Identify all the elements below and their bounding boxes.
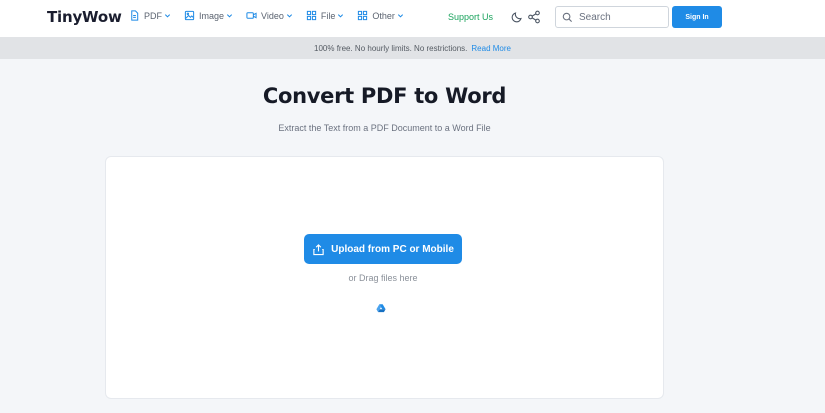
- google-drive-icon[interactable]: [376, 303, 386, 313]
- chevron-down-icon: [338, 14, 344, 18]
- chevron-down-icon: [397, 14, 403, 18]
- nav-file[interactable]: File: [306, 10, 345, 21]
- nav-video-label: Video: [261, 10, 284, 21]
- document-icon: [131, 10, 139, 21]
- chevron-down-icon: [226, 14, 233, 18]
- chevron-down-icon: [286, 14, 292, 18]
- image-icon: [184, 10, 195, 21]
- info-banner: 100% free. No hourly limits. No restrict…: [0, 37, 825, 59]
- search-icon: [562, 12, 573, 22]
- share-icon[interactable]: [527, 10, 541, 24]
- main-nav: PDF Image Video File Other: [129, 10, 417, 21]
- page-subtitle: Extract the Text from a PDF Document to …: [278, 123, 491, 133]
- search-box[interactable]: [555, 6, 669, 28]
- sign-in-button[interactable]: Sign In: [672, 6, 722, 28]
- support-us-link[interactable]: Support Us: [448, 12, 493, 22]
- top-header: TinyWow PDF Image Video File Other Suppo…: [0, 0, 825, 37]
- nav-other[interactable]: Other: [357, 10, 404, 21]
- upload-button-label: Upload from PC or Mobile: [331, 243, 454, 255]
- chevron-down-icon: [164, 14, 171, 18]
- nav-image-label: Image: [199, 10, 225, 21]
- moon-icon[interactable]: [510, 10, 524, 24]
- nav-image[interactable]: Image: [184, 10, 233, 21]
- nav-other-label: Other: [372, 10, 395, 21]
- drag-files-text: or Drag files here: [348, 273, 418, 283]
- upload-button[interactable]: Upload from PC or Mobile: [304, 234, 462, 264]
- nav-pdf[interactable]: PDF: [129, 10, 171, 21]
- video-icon: [246, 12, 257, 19]
- page-title: Convert PDF to Word: [262, 84, 507, 108]
- grid-icon: [358, 10, 368, 21]
- search-input[interactable]: [579, 11, 664, 23]
- read-more-link[interactable]: Read More: [471, 44, 511, 53]
- nav-video[interactable]: Video: [246, 10, 293, 21]
- upload-icon: [313, 243, 324, 255]
- banner-text: 100% free. No hourly limits. No restrict…: [314, 43, 468, 53]
- grid-icon: [306, 10, 317, 21]
- tinywow-logo[interactable]: TinyWow: [47, 8, 122, 26]
- nav-pdf-label: PDF: [144, 10, 162, 21]
- nav-file-label: File: [320, 10, 336, 21]
